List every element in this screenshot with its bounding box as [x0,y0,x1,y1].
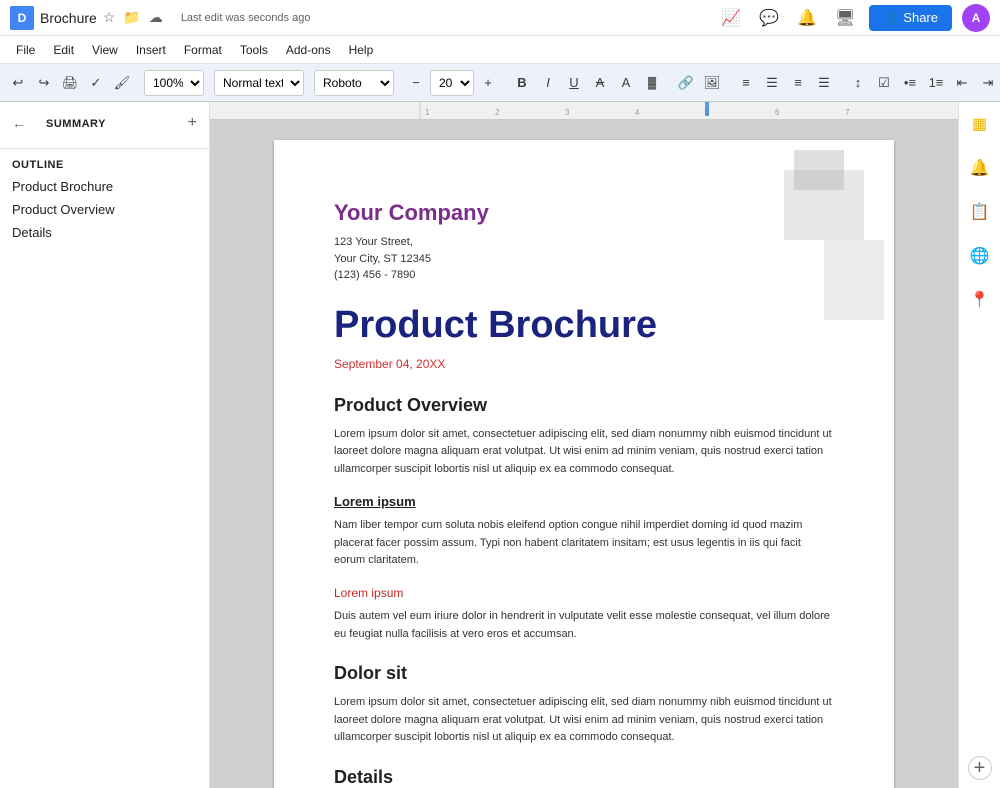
right-panel-icon-chart[interactable]: ▦ [966,110,994,138]
sidebar-divider [0,148,209,149]
doc-title: Brochure [40,10,97,26]
section-heading-product-overview: Product Overview [334,395,834,416]
strikethrough-button[interactable]: A [588,70,612,96]
menu-format[interactable]: Format [176,41,230,59]
menu-insert[interactable]: Insert [128,41,174,59]
title-bar-left: D Brochure ☆ 📁 ☁ [10,6,163,30]
svg-text:3: 3 [565,108,570,117]
cloud-icon[interactable]: ☁ [149,9,163,26]
doc-page: Your Company 123 Your Street, Your City,… [274,140,894,788]
link-button[interactable]: 🔗 [674,70,698,96]
font-size-select[interactable]: 20 10 12 14 16 18 20 24 [430,70,474,96]
text-color-button[interactable]: A [614,70,638,96]
svg-text:4: 4 [635,108,640,117]
svg-text:2: 2 [495,108,500,117]
decrease-indent-button[interactable]: ⇤ [950,70,974,96]
menu-tools[interactable]: Tools [232,41,276,59]
ruler-svg: 1 2 3 4 5 6 7 [210,102,958,120]
image-button[interactable]: 🖼 [700,70,724,96]
summary-title: SUMMARY [34,112,118,134]
notifications-icon[interactable]: 🔔 [793,4,821,32]
sidebar-header: ← SUMMARY + [0,102,209,144]
increase-indent-button[interactable]: ⇥ [976,70,1000,96]
menu-addons[interactable]: Add-ons [278,41,339,59]
checklist-button[interactable]: ☑ [872,70,896,96]
menu-file[interactable]: File [8,41,43,59]
numbered-list-button[interactable]: 1≡ [924,70,948,96]
svg-text:7: 7 [845,108,850,117]
right-panel-icon-clipboard[interactable]: 📋 [966,198,994,226]
screen-icon[interactable]: 🖥 [831,4,859,32]
zoom-select[interactable]: 100% 75% 125% 150% [144,70,204,96]
corner-rect-3 [824,240,884,320]
doc-icon: D [10,6,34,30]
analytics-icon[interactable]: 📈 [717,4,745,32]
align-justify-button[interactable]: ☰ [812,70,836,96]
section-body-product-overview: Lorem ipsum dolor sit amet, consectetuer… [334,426,834,479]
menu-bar: File Edit View Insert Format Tools Add-o… [0,36,1000,64]
outline-item-product-brochure[interactable]: Product Brochure [0,175,209,198]
subsection-body-1: Nam liber tempor cum soluta nobis eleife… [334,517,834,570]
outline-item-details[interactable]: Details [0,221,209,244]
ruler-area: 1 2 3 4 5 6 7 Your Company [210,102,958,788]
right-panel-icon-maps[interactable]: 📍 [966,286,994,314]
font-size-increase-button[interactable]: + [476,70,500,96]
title-bar-right: 📈 💬 🔔 🖥 👤 Share A [717,4,990,32]
corner-rect-2 [794,150,844,190]
main-area: ← SUMMARY + OUTLINE Product Brochure Pro… [0,102,1000,788]
outline-item-product-overview[interactable]: Product Overview [0,198,209,221]
bulleted-list-button[interactable]: •≡ [898,70,922,96]
svg-text:6: 6 [775,108,780,117]
title-icons: ☆ 📁 ☁ [103,9,163,26]
menu-view[interactable]: View [84,41,126,59]
doc-date: September 04, 20XX [334,357,834,371]
sidebar-back-button[interactable]: ← [12,115,26,131]
star-icon[interactable]: ☆ [103,9,116,26]
ruler: 1 2 3 4 5 6 7 [210,102,958,120]
title-bar: D Brochure ☆ 📁 ☁ Last edit was seconds a… [0,0,1000,36]
comments-icon[interactable]: 💬 [755,4,783,32]
toolbar: ↩ ↪ 🖨 ✓ 🖌 100% 75% 125% 150% Normal text… [0,64,1000,102]
redo-button[interactable]: ↪ [32,70,56,96]
print-button[interactable]: 🖨 [58,70,82,96]
bold-button[interactable]: B [510,70,534,96]
paint-format-button[interactable]: 🖌 [110,70,134,96]
right-panel: ▦ 🔔 📋 🌐 📍 + [958,102,1000,788]
line-spacing-button[interactable]: ↕ [846,70,870,96]
menu-edit[interactable]: Edit [45,41,82,59]
folder-icon[interactable]: 📁 [123,9,140,26]
align-right-button[interactable]: ≡ [786,70,810,96]
style-select[interactable]: Normal text Heading 1 Heading 2 Heading … [214,70,304,96]
share-icon: 👤 [883,10,899,26]
page-corner-decoration [734,140,894,320]
outline-title: OUTLINE [0,153,209,175]
italic-button[interactable]: I [536,70,560,96]
right-panel-icon-globe[interactable]: 🌐 [966,242,994,270]
font-select[interactable]: Roboto Arial Times New Roman [314,70,394,96]
right-panel-icon-notifications[interactable]: 🔔 [966,154,994,182]
last-edit-text: Last edit was seconds ago [181,12,311,24]
menu-help[interactable]: Help [341,41,382,59]
sidebar: ← SUMMARY + OUTLINE Product Brochure Pro… [0,102,210,788]
section-heading-details: Details [334,767,834,788]
avatar[interactable]: A [962,4,990,32]
align-left-button[interactable]: ≡ [734,70,758,96]
subsection-dolor-sit: Dolor sit [334,663,834,684]
font-size-decrease-button[interactable]: − [404,70,428,96]
align-center-button[interactable]: ☰ [760,70,784,96]
undo-button[interactable]: ↩ [6,70,30,96]
add-summary-button[interactable]: + [188,114,197,132]
subsection-dolor-body: Lorem ipsum dolor sit amet, consectetuer… [334,694,834,747]
subsection-link-heading[interactable]: Lorem ipsum [334,586,834,600]
highlight-button[interactable]: ▓ [640,70,664,96]
right-panel-icon-add[interactable]: + [968,756,992,780]
spellcheck-button[interactable]: ✓ [84,70,108,96]
share-button[interactable]: 👤 Share [869,5,952,31]
underline-button[interactable]: U [562,70,586,96]
doc-canvas[interactable]: Your Company 123 Your Street, Your City,… [210,120,958,788]
subsection-body-2: Duis autem vel eum iriure dolor in hendr… [334,608,834,643]
subsection-lorem-ipsum-1: Lorem ipsum [334,494,834,509]
svg-text:1: 1 [425,108,430,117]
